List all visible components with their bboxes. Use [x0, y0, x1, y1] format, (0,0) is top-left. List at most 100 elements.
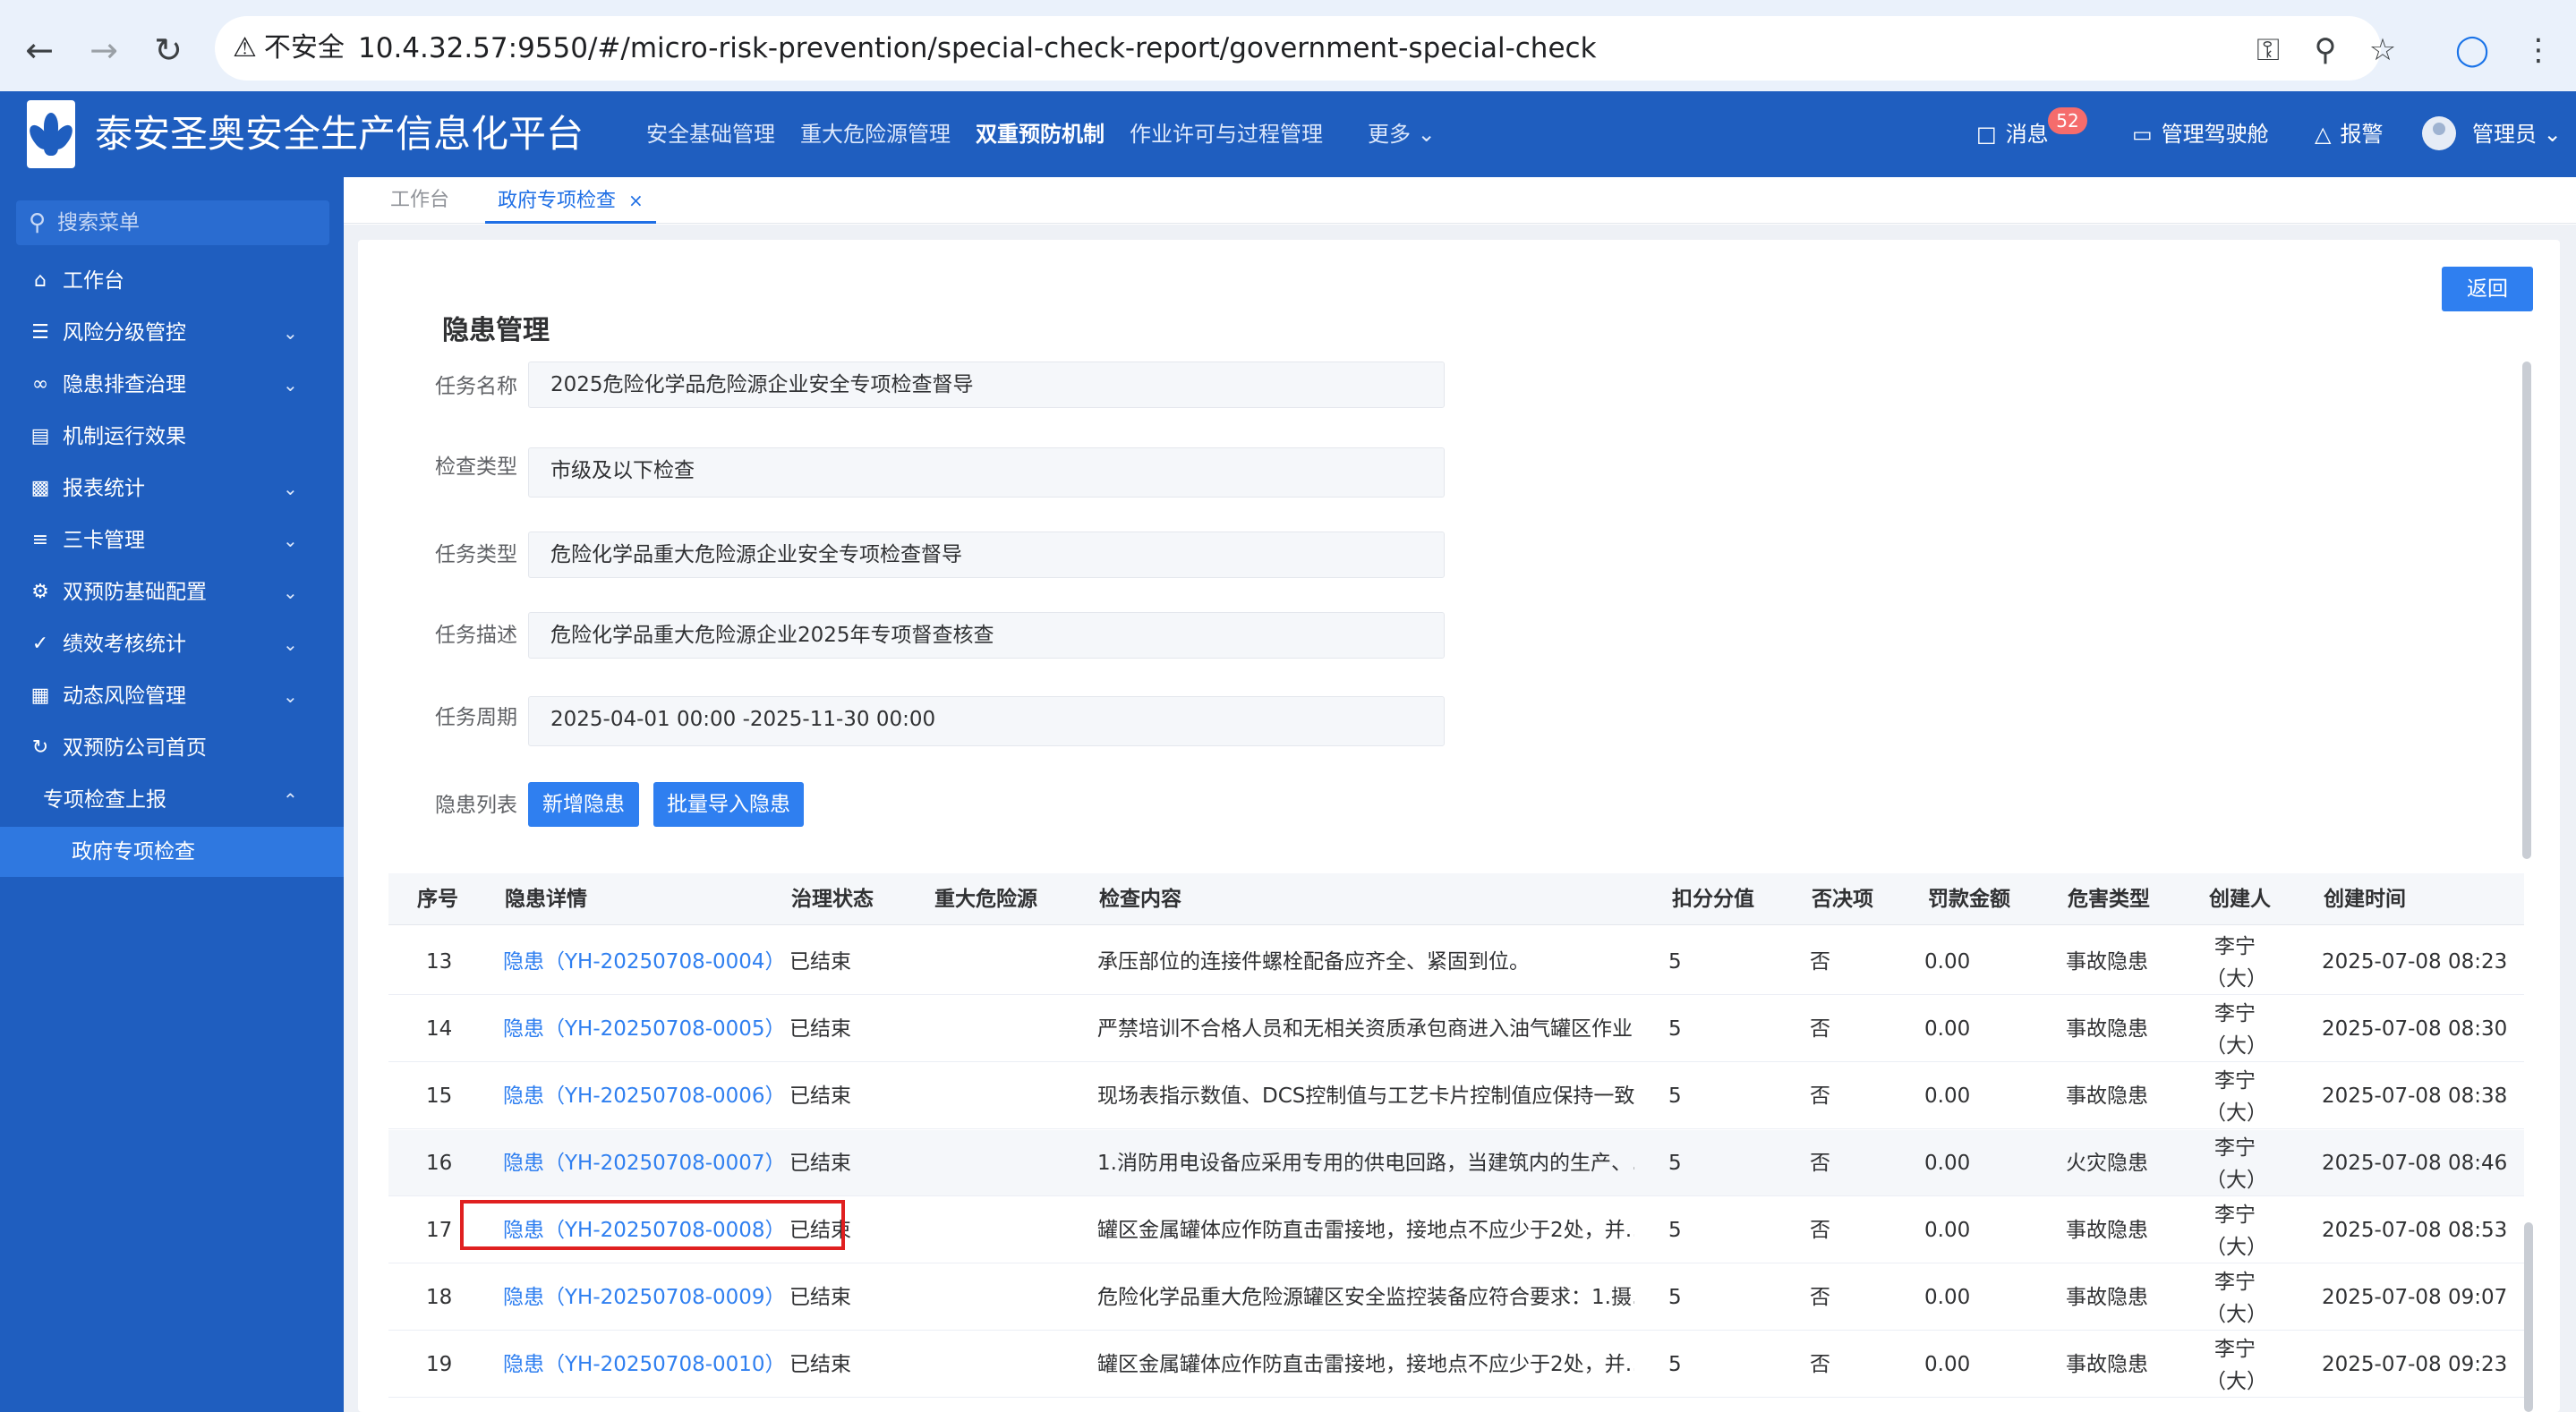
hazard-detail-link[interactable]: 隐患（YH-20250708-0010） [503, 1331, 786, 1398]
table-row[interactable]: 18 隐患（YH-20250708-0009） 已结束 危险化学品重大危险源罐区… [388, 1264, 2524, 1331]
cell-creator: 李宁 （大） [2205, 1136, 2265, 1192]
table-scrollbar[interactable] [2524, 1222, 2533, 1412]
tab-government-check[interactable]: 政府专项检查 × [485, 186, 656, 224]
cell-content: 严禁培训不合格人员和无相关资质承包商进入油气罐区作业… [1097, 1017, 1634, 1041]
add-hazard-button[interactable]: 新增隐患 [528, 782, 639, 827]
task-name-field[interactable]: 2025危险化学品危险源企业安全专项检查督导 [528, 362, 1445, 408]
form-scrollbar[interactable] [2522, 362, 2531, 859]
home-icon: ⌂ [34, 269, 47, 292]
hazard-detail-link[interactable]: 隐患（YH-20250708-0009） [503, 1264, 786, 1331]
hazard-detail-link[interactable]: 隐患（YH-20250708-0006） [503, 1063, 786, 1129]
chevron-down-icon: ⌄ [283, 374, 298, 396]
table-row[interactable]: 14 隐患（YH-20250708-0005） 已结束 严禁培训不合格人员和无相… [388, 996, 2524, 1062]
table-row[interactable]: 15 隐患（YH-20250708-0006） 已结束 现场表指示数值、DCS控… [388, 1063, 2524, 1129]
sidebar-item-report-stats[interactable]: ▩ 报表统计 ⌄ [0, 464, 344, 514]
cell-hazard-type: 事故隐患 [2066, 1286, 2148, 1309]
cockpit-button[interactable]: ▭ 管理驾驶舱 [2132, 116, 2269, 152]
field-label-task-period: 任务周期 [435, 706, 517, 729]
security-indicator[interactable]: ⚠ 不安全 [233, 30, 345, 66]
cell-fine: 0.00 [1924, 1286, 1971, 1309]
hazard-detail-link[interactable]: 隐患（YH-20250708-0005） [503, 996, 786, 1062]
user-menu[interactable]: 管理员 ⌄ [2472, 116, 2562, 152]
list-icon: ≡ [31, 529, 49, 551]
top-menu-more[interactable]: 更多 ⌄ [1368, 116, 1436, 152]
sidebar-item-three-card[interactable]: ≡ 三卡管理 ⌄ [0, 515, 344, 566]
alarm-button[interactable]: △ 报警 [2315, 116, 2383, 152]
cell-content: 危险化学品重大危险源罐区安全监控装备应符合要求：1.摄… [1097, 1286, 1634, 1309]
cell-hazard-type: 事故隐患 [2066, 1353, 2148, 1376]
warning-icon: ⚠ [233, 32, 257, 64]
column-header: 否决项 [1812, 888, 1873, 911]
forward-arrow-icon[interactable]: → [79, 25, 129, 75]
top-menu-safety-basics[interactable]: 安全基础管理 [646, 116, 775, 152]
sidebar-item-performance[interactable]: ✓ 绩效考核统计 ⌄ [0, 619, 344, 669]
sidebar-item-company-home[interactable]: ↻ 双预防公司首页 [0, 723, 344, 773]
task-period-field[interactable]: 2025-04-01 00:00 -2025-11-30 00:00 [528, 696, 1445, 746]
back-button[interactable]: 返回 [2442, 267, 2533, 311]
top-menu-work-permit[interactable]: 作业许可与过程管理 [1130, 116, 1323, 152]
reload-icon[interactable]: ↻ [143, 25, 193, 75]
close-icon[interactable]: × [628, 190, 644, 211]
column-header: 重大危险源 [934, 888, 1037, 911]
sidebar-item-dynamic-risk[interactable]: ▦ 动态风险管理 ⌄ [0, 671, 344, 721]
browser-toolbar: ← → ↻ ⚠ 不安全 10.4.32.57:9550/#/micro-risk-… [0, 0, 2576, 91]
cell-fine: 0.00 [1924, 950, 1971, 974]
hazard-detail-link[interactable]: 隐患（YH-20250708-0007） [503, 1130, 786, 1196]
sidebar-item-special-check[interactable]: 专项检查上报 ⌃ [0, 775, 344, 825]
cell-veto: 否 [1810, 1353, 1830, 1376]
url-text[interactable]: 10.4.32.57:9550/#/micro-risk-prevention/… [358, 29, 1597, 68]
stats-icon: ▩ [30, 477, 50, 499]
table-row[interactable]: 19 隐患（YH-20250708-0010） 已结束 罐区金属罐体应作防直击雷… [388, 1331, 2524, 1398]
column-header: 创建时间 [2324, 888, 2406, 911]
message-icon: □ [1976, 122, 1997, 147]
sidebar-item-base-config[interactable]: ⚙ 双预防基础配置 ⌄ [0, 567, 344, 617]
sidebar-item-mechanism-effect[interactable]: ▤ 机制运行效果 [0, 412, 344, 462]
task-desc-field[interactable]: 危险化学品重大危险源企业2025年专项督查核查 [528, 612, 1445, 659]
top-menu-dual-prevention[interactable]: 双重预防机制 [976, 116, 1105, 152]
star-icon[interactable]: ☆ [2359, 27, 2406, 73]
table-row[interactable]: 13 隐患（YH-20250708-0004） 已结束 承压部位的连接件螺栓配备… [388, 929, 2524, 995]
cell-no: 19 [426, 1353, 453, 1376]
column-header: 扣分分值 [1672, 888, 1754, 911]
key-icon[interactable]: ⚿ [2245, 27, 2291, 73]
monitor-icon: ▭ [2132, 122, 2153, 147]
field-label-task-type: 任务类型 [435, 543, 517, 566]
cell-no: 13 [426, 950, 453, 974]
cell-veto: 否 [1810, 950, 1830, 974]
hazard-detail-link[interactable]: 隐患（YH-20250708-0004） [503, 929, 786, 995]
check-type-field[interactable]: 市级及以下检查 [528, 447, 1445, 498]
cell-veto: 否 [1810, 1017, 1830, 1041]
page-tabs: 工作台 政府专项检查 × [344, 177, 2576, 224]
cell-fine: 0.00 [1924, 1152, 1971, 1175]
column-header: 序号 [417, 888, 458, 911]
zoom-icon[interactable]: ⚲ [2302, 27, 2349, 73]
cell-hazard-type: 事故隐患 [2066, 1219, 2148, 1242]
top-menu-major-hazard[interactable]: 重大危险源管理 [800, 116, 951, 152]
messages-button[interactable]: □ 消息 [1976, 116, 2049, 152]
sidebar-item-workbench[interactable]: ⌂ 工作台 [0, 256, 344, 306]
cell-fine: 0.00 [1924, 1017, 1971, 1041]
cell-creator: 李宁 （大） [2205, 1271, 2265, 1326]
profile-icon[interactable]: ◯ [2449, 27, 2495, 73]
batch-import-button[interactable]: 批量导入隐患 [653, 782, 804, 827]
more-vert-icon[interactable]: ⋮ [2515, 27, 2562, 73]
table-row[interactable]: 16 隐患（YH-20250708-0007） 已结束 1.消防用电设备应采用专… [388, 1130, 2524, 1196]
cell-status: 已结束 [789, 1085, 851, 1108]
sidebar-item-hazard-check[interactable]: ∞ 隐患排查治理 ⌄ [0, 360, 344, 410]
menu-search-input[interactable]: ⚲ 搜索菜单 [16, 200, 329, 245]
cell-creator: 李宁 （大） [2205, 1338, 2265, 1393]
column-header: 创建人 [2209, 888, 2271, 911]
cell-content: 1.消防用电设备应采用专用的供电回路，当建筑内的生产、… [1097, 1152, 1634, 1175]
cell-status: 已结束 [789, 950, 851, 974]
back-arrow-icon[interactable]: ← [14, 25, 64, 75]
glasses-icon: ∞ [31, 373, 49, 396]
address-bar[interactable]: ⚠ 不安全 10.4.32.57:9550/#/micro-risk-preven… [215, 16, 2381, 81]
task-type-field[interactable]: 危险化学品重大危险源企业安全专项检查督导 [528, 532, 1445, 578]
sidebar-item-risk-control[interactable]: ☰ 风险分级管控 ⌄ [0, 308, 344, 358]
chevron-down-icon: ⌄ [283, 478, 298, 499]
sidebar-item-government-check[interactable]: 政府专项检查 [0, 827, 344, 877]
tab-workbench[interactable]: 工作台 [390, 186, 449, 224]
cell-content: 现场表指示数值、DCS控制值与工艺卡片控制值应保持一致。 [1097, 1085, 1634, 1108]
avatar[interactable] [2422, 116, 2456, 150]
field-label-task-name: 任务名称 [435, 375, 517, 398]
